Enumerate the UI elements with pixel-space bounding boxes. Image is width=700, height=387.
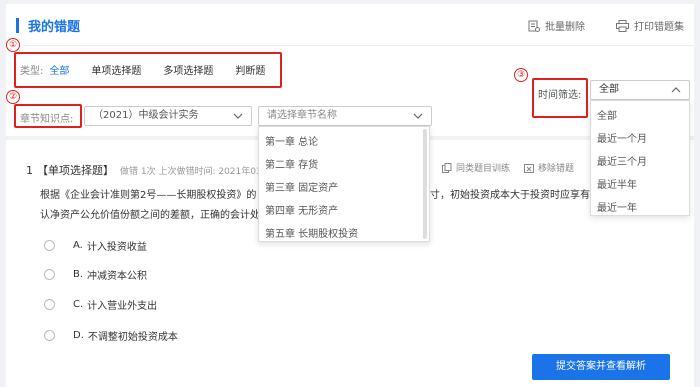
- question-text-line-1-tail: 寸，初始投资成本大于投资时应享有被: [430, 190, 600, 201]
- chapter-option[interactable]: 第五章 长期股权投资: [265, 225, 358, 240]
- type-option-multiple[interactable]: 多项选择题: [163, 62, 213, 77]
- option-c[interactable]: C. 计入营业外支出: [44, 297, 157, 312]
- option-text: 计入投资收益: [86, 242, 147, 253]
- option-text: 冲减资本公积: [87, 271, 148, 282]
- option-a[interactable]: A. 计入投资收益: [44, 238, 147, 253]
- radio-button[interactable]: [44, 240, 55, 251]
- time-option[interactable]: 全部: [597, 107, 617, 122]
- question-header: 1 【单项选择题】 做错 1次 上次做错时间: 2021年03月1: [26, 162, 276, 178]
- trash-list-icon: [528, 20, 540, 32]
- print-button[interactable]: 打印错题集: [616, 18, 684, 33]
- chapter-option[interactable]: 第四章 无形资产: [265, 202, 338, 217]
- option-text: 不调整初始投资成本: [87, 332, 178, 343]
- option-letter: B.: [73, 269, 84, 280]
- time-option[interactable]: 最近半年: [597, 176, 637, 191]
- title-accent-bar: [16, 18, 19, 33]
- course-select[interactable]: （2021）中级会计实务: [84, 106, 252, 126]
- type-option-single[interactable]: 单项选择题: [91, 62, 141, 77]
- chevron-down-icon: [413, 113, 423, 119]
- similar-training-button[interactable]: 同类题目训练: [442, 161, 510, 174]
- option-letter: C.: [73, 299, 84, 310]
- question-type: 【单项选择题】: [37, 164, 114, 177]
- course-select-value: （2021）中级会计实务: [93, 110, 199, 121]
- question-number: 1: [26, 164, 33, 177]
- submit-answer-button[interactable]: 提交答案并查看解析: [532, 354, 670, 380]
- option-letter: A.: [73, 240, 83, 251]
- time-dropdown: 全部 最近一个月 最近三个月 最近半年 最近一年: [590, 100, 690, 216]
- print-label: 打印错题集: [634, 22, 684, 33]
- question-text-line-2: 认净资产公允价值份额之间的差额，正确的会计处: [40, 210, 260, 221]
- question-text-line-1: 根据《企业会计准则第2号——长期股权投资》的: [40, 190, 257, 201]
- time-option[interactable]: 最近一个月: [597, 130, 647, 145]
- chevron-down-icon: [233, 113, 243, 119]
- option-d[interactable]: D. 不调整初始投资成本: [44, 328, 178, 343]
- time-select-value: 全部: [599, 84, 619, 95]
- marker-3: ③: [514, 68, 528, 82]
- marker-2: ②: [6, 90, 20, 104]
- time-option[interactable]: 最近三个月: [597, 153, 647, 168]
- dropdown-scrollbar[interactable]: [423, 129, 427, 239]
- page-header: 我的错题 批量删除 打印错题集: [6, 4, 694, 46]
- radio-button[interactable]: [44, 269, 55, 280]
- question-meta: 做错 1次 上次做错时间: 2021年03月1: [120, 167, 277, 177]
- radio-button[interactable]: [44, 299, 55, 310]
- batch-delete-label: 批量删除: [545, 22, 585, 33]
- page-title: 我的错题: [28, 20, 81, 35]
- chevron-up-icon: [671, 87, 681, 93]
- chapter-option[interactable]: 第一章 总论: [265, 133, 318, 148]
- similar-training-label: 同类题目训练: [456, 164, 511, 174]
- time-select[interactable]: 全部: [590, 80, 690, 100]
- type-option-all[interactable]: 全部: [49, 62, 69, 77]
- option-text: 计入营业外支出: [87, 301, 158, 312]
- printer-icon: [616, 19, 629, 32]
- chapter-filter-label: 章节知识点:: [20, 114, 74, 125]
- radio-button[interactable]: [44, 330, 55, 341]
- option-letter: D.: [73, 330, 84, 341]
- chapter-dropdown: 第一章 总论 第二章 存货 第三章 固定资产 第四章 无形资产 第五章 长期股权…: [258, 126, 430, 242]
- type-option-judgment[interactable]: 判断题: [235, 62, 265, 77]
- chapter-option[interactable]: 第三章 固定资产: [265, 179, 338, 194]
- option-b[interactable]: B. 冲减资本公积: [44, 267, 147, 282]
- remove-question-button[interactable]: 移除错题: [524, 161, 574, 174]
- marker-1: ①: [6, 38, 20, 52]
- type-filter: 类型: 全部 单项选择题 多项选择题 判断题: [20, 62, 265, 77]
- remove-question-label: 移除错题: [538, 164, 575, 174]
- type-filter-label: 类型:: [20, 66, 44, 77]
- copy-icon: [442, 162, 452, 173]
- time-filter-label: 时间筛选:: [538, 90, 582, 101]
- batch-delete-button[interactable]: 批量删除: [528, 18, 585, 33]
- chapter-select-placeholder: 请选择章节名称: [267, 110, 337, 121]
- time-option[interactable]: 最近一年: [597, 199, 637, 214]
- chapter-option[interactable]: 第二章 存货: [265, 156, 318, 171]
- remove-icon: [524, 163, 534, 173]
- chapter-select[interactable]: 请选择章节名称: [258, 106, 432, 126]
